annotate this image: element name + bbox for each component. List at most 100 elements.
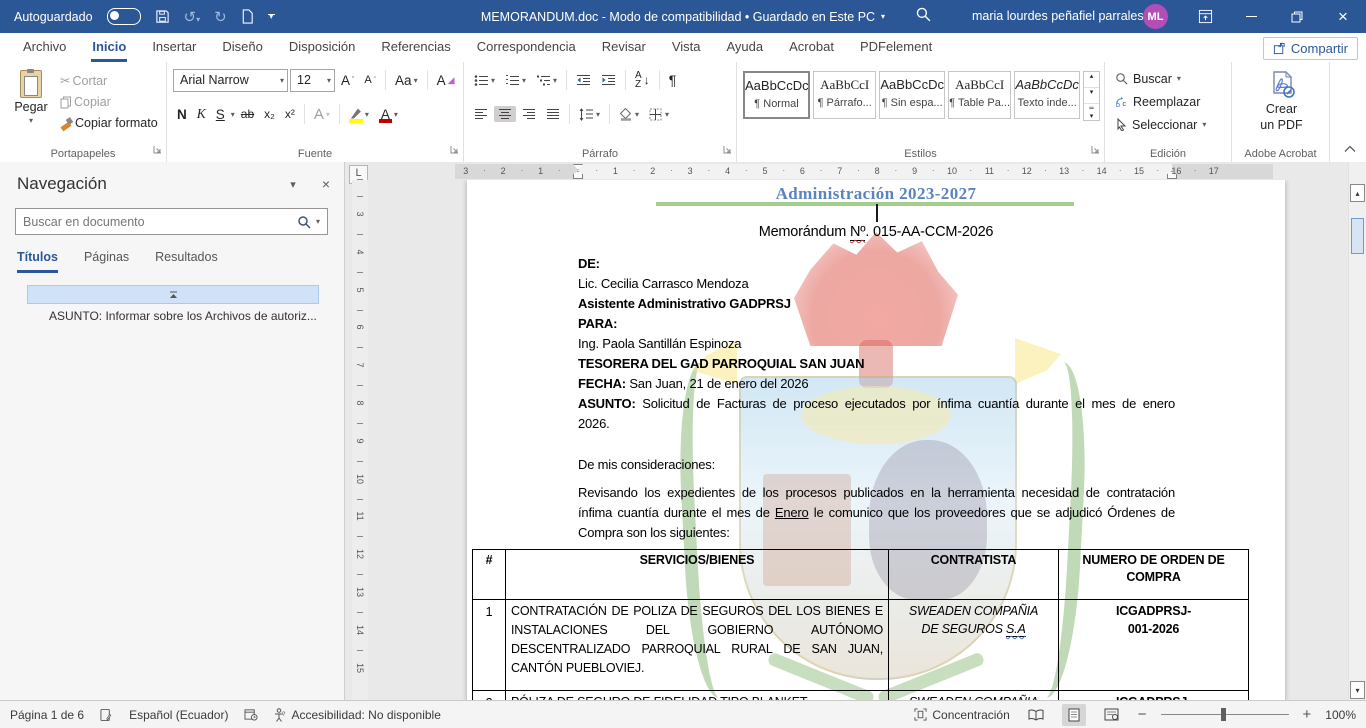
navpane-search-icon[interactable] (297, 215, 311, 229)
scrollbar-thumb[interactable] (1351, 218, 1364, 254)
shading-button[interactable]: ▾ (615, 106, 643, 123)
bullets-button[interactable]: ▾ (470, 72, 499, 89)
navpane-search-input[interactable]: Buscar en documento ▾ (15, 208, 328, 235)
styles-gallery-more-icon[interactable]: ≂▾ (1084, 104, 1099, 120)
undo-icon[interactable]: ↺▾ (184, 8, 201, 26)
zoom-out-button[interactable]: − (1138, 706, 1147, 723)
find-button[interactable]: Buscar ▾ (1111, 67, 1227, 90)
user-name[interactable]: maria lourdes peñafiel parrales (972, 9, 1144, 23)
styles-scroll-up-icon[interactable]: ▴ (1084, 72, 1099, 88)
orders-table[interactable]: # SERVICIOS/BIENES CONTRATISTA NUMERO DE… (472, 549, 1249, 700)
show-marks-button[interactable]: ¶ (665, 70, 681, 90)
autosave-toggle[interactable] (107, 8, 141, 25)
italic-button[interactable]: K (193, 104, 210, 124)
style-texto-independiente[interactable]: AaBbCcDc Texto inde... (1014, 71, 1080, 119)
customize-qat-icon[interactable]: ▾ (268, 14, 275, 19)
tab-correspondencia[interactable]: Correspondencia (464, 33, 589, 62)
borders-button[interactable]: ▾ (645, 106, 673, 123)
restore-button[interactable] (1274, 0, 1320, 33)
font-name-combo[interactable]: Arial Narrow ▾ (173, 69, 288, 92)
tab-acrobat[interactable]: Acrobat (776, 33, 847, 62)
underline-button[interactable]: S (212, 105, 229, 124)
close-button[interactable]: × (1320, 0, 1366, 33)
proofing-icon[interactable] (100, 708, 113, 722)
estilos-dialog-launcher-icon[interactable] (1091, 141, 1100, 159)
zoom-level[interactable]: 100% (1325, 708, 1356, 722)
replace-button[interactable]: cb Reemplazar (1111, 90, 1227, 113)
scroll-down-icon[interactable]: ▾ (1350, 681, 1365, 699)
navpane-heading-item[interactable]: ASUNTO: Informar sobre los Archivos de a… (0, 309, 344, 323)
text-effects-button[interactable]: A▾ (310, 104, 334, 125)
accessibility-status[interactable]: ? Accesibilidad: No disponible (274, 708, 440, 722)
document-title[interactable]: MEMORANDUM.doc - Modo de compatibilidad … (481, 10, 885, 24)
change-case-button[interactable]: Aa▾ (391, 71, 422, 90)
web-layout-button[interactable] (1100, 704, 1124, 726)
style-table-paragraph[interactable]: AaBbCcI ¶ Table Pa... (948, 71, 1011, 119)
tab-vista[interactable]: Vista (659, 33, 714, 62)
body-paragraph[interactable]: Revisando los expedientes de los proceso… (578, 483, 1175, 543)
navpane-selected-heading[interactable] (27, 285, 319, 304)
align-center-button[interactable] (494, 106, 516, 122)
scroll-up-icon[interactable]: ▴ (1350, 184, 1365, 202)
fuente-dialog-launcher-icon[interactable] (450, 141, 459, 159)
memo-header-block[interactable]: DE: Lic. Cecilia Carrasco Mendoza Asiste… (578, 254, 1175, 434)
new-document-icon[interactable] (241, 9, 254, 24)
tab-pdfelement[interactable]: PDFelement (847, 33, 945, 62)
tab-inicio[interactable]: Inicio (79, 33, 139, 62)
grow-font-button[interactable]: Aˆ (337, 71, 358, 90)
tab-archivo[interactable]: Archivo (10, 33, 79, 62)
minimize-button[interactable] (1228, 0, 1274, 33)
align-left-button[interactable] (470, 106, 492, 122)
share-button[interactable]: Compartir (1263, 37, 1358, 60)
justify-button[interactable] (542, 106, 564, 122)
focus-mode-button[interactable]: Concentración (914, 708, 1009, 722)
multilevel-list-button[interactable]: ▾ (532, 72, 561, 89)
language-indicator[interactable]: Español (Ecuador) (129, 708, 228, 722)
cut-button[interactable]: ✂ Cortar (56, 71, 162, 90)
tab-insertar[interactable]: Insertar (139, 33, 209, 62)
zoom-in-button[interactable]: + (1303, 706, 1312, 723)
font-color-button[interactable]: A▾ (375, 105, 402, 124)
search-icon[interactable] (915, 6, 932, 26)
save-icon[interactable] (155, 9, 170, 24)
font-size-combo[interactable]: 12 ▾ (290, 69, 335, 92)
align-right-button[interactable] (518, 106, 540, 122)
subscript-button[interactable]: x₂ (260, 105, 279, 123)
tab-referencias[interactable]: Referencias (368, 33, 463, 62)
tab-revisar[interactable]: Revisar (589, 33, 659, 62)
shrink-font-button[interactable]: Aˇ (360, 72, 380, 88)
copy-button[interactable]: Copiar (56, 93, 162, 111)
superscript-button[interactable]: x² (281, 105, 299, 123)
table-row[interactable]: 1 CONTRATACIÓN DE POLIZA DE SEGUROS DEL … (473, 600, 1249, 691)
navpane-tab-paginas[interactable]: Páginas (84, 250, 129, 273)
navpane-search-chevron-icon[interactable]: ▾ (316, 217, 320, 226)
clear-formatting-button[interactable]: A◢ (433, 71, 459, 90)
redo-icon[interactable]: ↻ (214, 8, 227, 26)
table-row[interactable]: 2 PÓLIZA DE SEGURO DE FIDELIDAD TIPO BLA… (473, 691, 1249, 701)
parrafo-dialog-launcher-icon[interactable] (723, 141, 732, 159)
navpane-tab-titulos[interactable]: Títulos (17, 250, 58, 273)
page-indicator[interactable]: Página 1 de 6 (10, 708, 84, 722)
read-mode-button[interactable] (1024, 704, 1048, 726)
select-button[interactable]: Seleccionar ▾ (1111, 113, 1227, 136)
letterhead-title[interactable]: Administración 2023-2027 (467, 184, 1285, 204)
underline-chevron-icon[interactable]: ▾ (231, 110, 235, 119)
salutation[interactable]: De mis consideraciones: (578, 455, 715, 475)
navpane-close-icon[interactable]: × (322, 176, 330, 192)
style-normal[interactable]: AaBbCcDc ¶ Normal (743, 71, 810, 119)
portapapeles-dialog-launcher-icon[interactable] (153, 141, 162, 159)
avatar[interactable]: ML (1143, 4, 1168, 29)
paste-button[interactable]: Pegar ▾ (6, 67, 56, 146)
navpane-tab-resultados[interactable]: Resultados (155, 250, 218, 273)
line-spacing-button[interactable]: ▾ (575, 106, 604, 123)
ribbon-display-options-icon[interactable] (1185, 0, 1225, 33)
style-parrafo[interactable]: AaBbCcI ¶ Párrafo... (813, 71, 876, 119)
print-layout-button[interactable] (1062, 704, 1086, 726)
vertical-scrollbar[interactable]: ▴ ▾ (1348, 162, 1366, 700)
numbering-button[interactable]: ▾ (501, 72, 530, 89)
zoom-slider-thumb[interactable] (1221, 708, 1226, 721)
sort-button[interactable]: AZ↓ (631, 69, 654, 91)
memo-number-line[interactable]: Memorándum Nº. 015-AA-CCM-2026 (467, 222, 1285, 242)
increase-indent-button[interactable] (597, 72, 620, 89)
tab-disposicion[interactable]: Disposición (276, 33, 368, 62)
